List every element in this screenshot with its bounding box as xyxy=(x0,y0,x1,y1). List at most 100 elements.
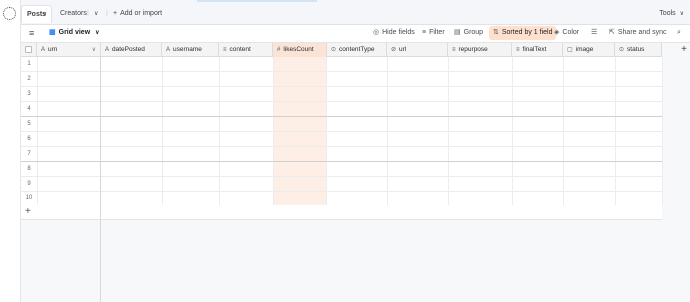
column-header-image[interactable]: ▢ image xyxy=(563,43,615,57)
text-field-icon: A xyxy=(41,47,46,53)
accent-line xyxy=(197,0,317,2)
column-header-label: likesCount xyxy=(283,46,314,53)
chevron-down-icon[interactable]: ∨ xyxy=(92,43,96,57)
more-tables-chevron-icon[interactable]: ∨ xyxy=(94,5,98,23)
filter-label: Filter xyxy=(429,29,445,36)
column-header-status[interactable]: ⊙ status xyxy=(615,43,662,57)
filter-icon: ≡ xyxy=(422,29,427,36)
table-row[interactable]: 3 xyxy=(21,87,662,102)
hide-fields-label: Hide fields xyxy=(382,29,415,36)
column-header-finaltext[interactable]: ≡ finalText xyxy=(512,43,563,57)
row-number: 7 xyxy=(27,151,31,157)
column-header-username[interactable]: Ausername xyxy=(162,43,219,57)
eye-off-icon: ◎ xyxy=(373,29,380,36)
share-sync-label: Share and sync xyxy=(617,29,667,36)
column-header-label: username xyxy=(173,46,202,53)
row-number: 8 xyxy=(27,166,31,172)
table-row[interactable]: 6 xyxy=(21,132,662,147)
color-icon: ◈ xyxy=(554,29,560,36)
filter-button[interactable]: ≡ Filter xyxy=(422,25,445,41)
tab-posts[interactable]: Posts ∨ xyxy=(21,5,52,23)
search-icon[interactable]: ⌕ xyxy=(677,25,681,41)
tools-button[interactable]: Tools ∨ xyxy=(659,5,684,23)
row-number: 3 xyxy=(27,91,31,97)
attachment-icon: ▢ xyxy=(567,47,573,53)
column-header-dateposted[interactable]: AdatePosted xyxy=(101,43,162,57)
row-number: 1 xyxy=(27,61,31,67)
long-text-icon: ≡ xyxy=(223,47,227,53)
hide-fields-button[interactable]: ◎ Hide fields xyxy=(373,25,415,41)
row-number: 10 xyxy=(25,195,33,201)
sort-icon: ⇅ xyxy=(493,29,499,36)
add-field-button[interactable]: + xyxy=(678,43,690,57)
column-header-contenttype[interactable]: ⊙ contentType xyxy=(327,43,387,57)
tools-label: Tools xyxy=(659,10,676,17)
add-record-row[interactable]: + xyxy=(21,205,662,220)
column-header-label: finalText xyxy=(522,46,547,53)
column-header-likescount[interactable]: # likesCount xyxy=(273,43,327,57)
table-row[interactable]: 2 xyxy=(21,72,662,87)
chevron-down-icon[interactable]: ∨ xyxy=(43,6,47,24)
share-sync-button[interactable]: ⇱ Share and sync xyxy=(609,25,667,41)
row-number: 6 xyxy=(27,136,31,142)
group-button[interactable]: ▤ Group xyxy=(454,25,483,41)
table-row[interactable]: 9 xyxy=(21,177,662,192)
tab-divider: | xyxy=(87,10,89,17)
primary-column-divider xyxy=(100,57,101,302)
row-number: 2 xyxy=(27,76,31,82)
color-button[interactable]: ◈ Color xyxy=(554,25,579,41)
column-header-url[interactable]: ⊘ url xyxy=(387,43,448,57)
share-icon: ⇱ xyxy=(609,29,615,36)
select-all-checkbox[interactable] xyxy=(25,46,32,53)
long-text-icon: ≡ xyxy=(516,47,520,53)
plus-icon[interactable]: + xyxy=(25,205,31,219)
text-field-icon: A xyxy=(166,47,171,53)
column-header-label: repurpose xyxy=(458,46,488,53)
table-row[interactable]: 4 xyxy=(21,102,662,117)
tab-creators-label: Creators xyxy=(60,10,87,17)
select-all-cell[interactable] xyxy=(21,43,37,57)
sort-button[interactable]: ⇅ Sorted by 1 field xyxy=(489,26,557,40)
view-name: Grid view xyxy=(58,29,91,36)
table-row[interactable]: 7 xyxy=(21,147,662,162)
grid-header: Aurn ∨ AdatePosted Ausername ≡ content # l… xyxy=(21,43,662,57)
chevron-down-icon: ∨ xyxy=(679,11,684,17)
column-header-label: status xyxy=(627,46,645,53)
tab-divider-2: | xyxy=(106,10,108,17)
menu-icon[interactable]: ≡ xyxy=(29,25,34,41)
grid-area: Aurn ∨ AdatePosted Ausername ≡ content # l… xyxy=(21,43,690,302)
table-row[interactable]: 5 xyxy=(21,117,662,132)
column-header-repurpose[interactable]: ≡ repurpose xyxy=(448,43,512,57)
number-icon: # xyxy=(277,47,281,53)
tab-creators[interactable]: Creators xyxy=(60,5,87,23)
select-icon: ⊙ xyxy=(331,47,337,53)
group-icon: ▤ xyxy=(454,29,461,36)
plus-icon: + xyxy=(113,10,118,17)
sort-label: Sorted by 1 field xyxy=(501,29,553,36)
row-height-icon[interactable]: ☰ xyxy=(591,25,597,41)
table-tabbar: Posts ∨ Creators | ∨ | + Add or import To… xyxy=(21,0,690,25)
loading-spinner-icon xyxy=(3,7,16,20)
column-header-label: url xyxy=(399,46,407,53)
table-row[interactable]: 10 xyxy=(21,191,662,206)
column-divider xyxy=(662,57,663,205)
view-switcher[interactable]: ▦ Grid view ∨ xyxy=(49,25,100,41)
grid-icon: ▦ xyxy=(49,29,56,36)
link-icon: ⊘ xyxy=(391,47,397,53)
row-number: 5 xyxy=(27,121,31,127)
add-or-import-button[interactable]: + Add or import xyxy=(113,5,162,23)
view-toolbar: ≡ ▦ Grid view ∨ ◎ Hide fields ≡ Filter ▤ Gro… xyxy=(21,25,690,43)
color-label: Color xyxy=(562,29,580,36)
column-header-label: contentType xyxy=(339,46,375,53)
text-field-icon: A xyxy=(105,47,110,53)
column-header-label: urn xyxy=(48,46,58,53)
chevron-down-icon: ∨ xyxy=(95,30,100,36)
table-row[interactable]: 8 xyxy=(21,162,662,177)
row-number: 9 xyxy=(27,181,31,187)
column-header-urn[interactable]: Aurn ∨ xyxy=(37,43,101,57)
row-number: 4 xyxy=(27,106,31,112)
table-row[interactable]: 1 xyxy=(21,57,662,72)
column-header-content[interactable]: ≡ content xyxy=(219,43,273,57)
column-header-label: content xyxy=(229,46,251,53)
column-header-label: image xyxy=(575,46,594,53)
